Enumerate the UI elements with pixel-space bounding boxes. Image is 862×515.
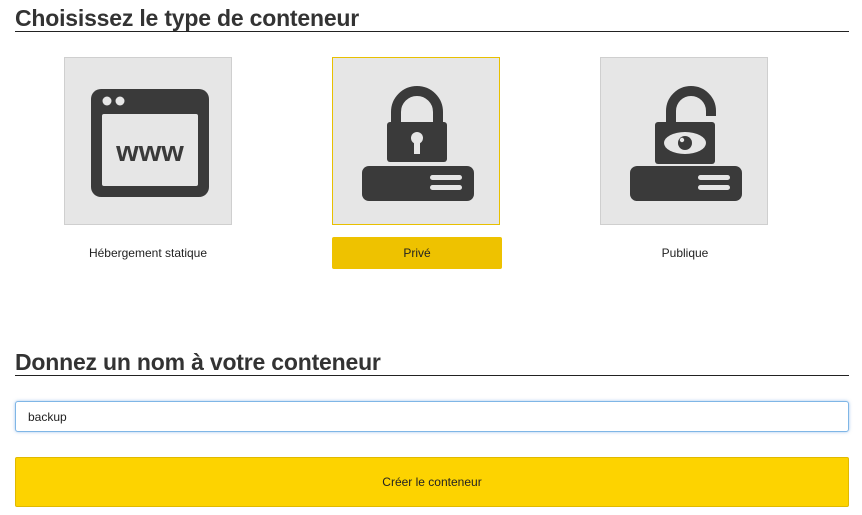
title-divider	[15, 375, 849, 376]
unlocked-padlock-eye-server-icon	[630, 86, 742, 201]
container-name-title: Donnez un nom à votre conteneur	[15, 349, 381, 375]
option-static-hosting-label[interactable]: Hébergement statique	[63, 237, 233, 269]
www-text: www	[115, 136, 184, 168]
option-static-hosting-tile[interactable]: www	[64, 57, 232, 225]
create-container-button[interactable]: Créer le conteneur	[15, 457, 849, 507]
option-public-label[interactable]: Publique	[600, 237, 770, 269]
locked-padlock-server-icon	[362, 86, 474, 201]
browser-www-icon: www	[91, 89, 209, 197]
option-public-tile[interactable]	[600, 57, 768, 225]
title-divider	[15, 31, 849, 32]
option-private-tile[interactable]	[332, 57, 500, 225]
option-private-label[interactable]: Privé	[332, 237, 502, 269]
container-name-input[interactable]	[15, 401, 849, 432]
container-type-title: Choisissez le type de conteneur	[15, 5, 360, 31]
